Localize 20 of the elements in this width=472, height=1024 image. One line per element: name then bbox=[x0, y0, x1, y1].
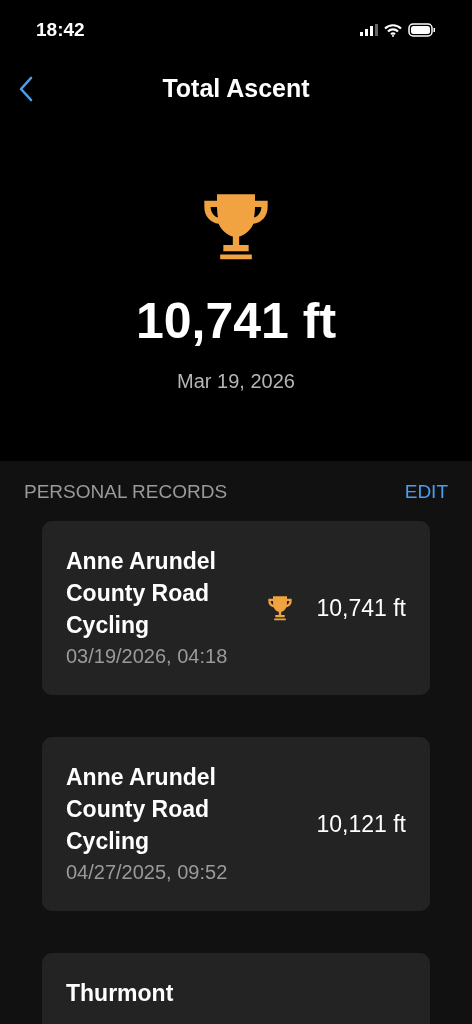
record-card[interactable]: Anne Arundel County Road Cycling 04/27/2025, 09:52 10,121 ft bbox=[42, 737, 430, 911]
activity-name: Anne Arundel County Road Cycling bbox=[66, 763, 217, 856]
signal-icon bbox=[360, 24, 378, 36]
edit-button[interactable]: EDIT bbox=[404, 481, 448, 503]
record-date: Mar 19, 2026 bbox=[177, 370, 295, 393]
ascent-value: 10,741 ft bbox=[316, 594, 406, 622]
activity-date: 04/27/2025, 09:52 bbox=[66, 861, 229, 884]
record-card[interactable]: Anne Arundel County Road Cycling 03/19/2026, 04:18 10,741 ft bbox=[42, 521, 430, 695]
battery-icon bbox=[408, 23, 436, 37]
wifi-icon bbox=[384, 23, 402, 37]
record-card[interactable]: Thurmont bbox=[42, 953, 430, 1024]
record-value: 10,741 ft bbox=[135, 292, 337, 350]
status-time: 18:42 bbox=[36, 19, 85, 41]
page-title: Total Ascent bbox=[162, 73, 310, 103]
section-title: PERSONAL RECORDS bbox=[24, 481, 228, 503]
ascent-value: 10,121 ft bbox=[316, 810, 406, 838]
activity-date: 03/19/2026, 04:18 bbox=[66, 645, 229, 668]
activity-name: Anne Arundel County Road Cycling bbox=[66, 547, 217, 640]
trophy-icon bbox=[266, 594, 294, 622]
activity-name: Thurmont bbox=[66, 979, 175, 1008]
